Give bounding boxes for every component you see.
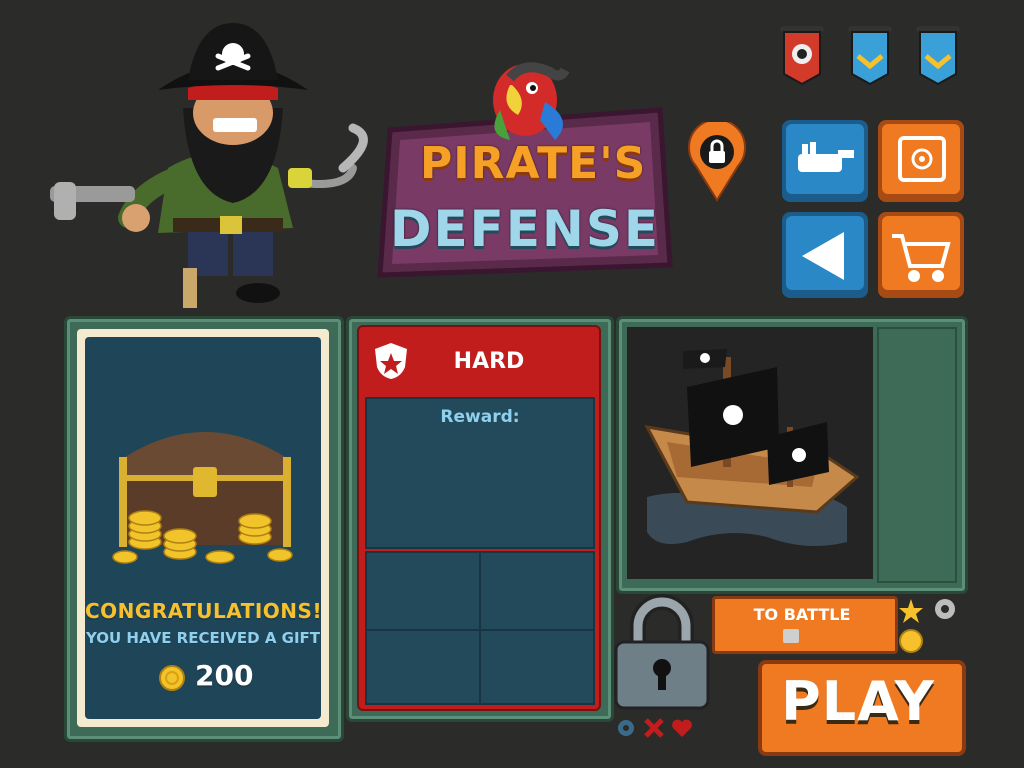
- difficulty-card: HARD Reward:: [357, 325, 601, 711]
- to-battle-button[interactable]: TO BATTLE: [712, 596, 898, 654]
- achievement-banner-skull[interactable]: [780, 26, 824, 90]
- gold-coin-icon: [159, 665, 185, 691]
- heart-icon[interactable]: [670, 716, 694, 740]
- ship-side-column: [877, 327, 957, 583]
- shield-star-icon: [373, 341, 409, 381]
- battle-small-icon: [783, 629, 799, 643]
- gear-icon[interactable]: [932, 596, 958, 622]
- back-button[interactable]: [780, 210, 870, 300]
- reward-slot[interactable]: [365, 629, 481, 705]
- gift-panel: CONGRATULATIONS! YOU HAVE RECEIVED A GIF…: [64, 316, 344, 742]
- close-x-icon[interactable]: [642, 716, 666, 740]
- logo-line-1: PIRATE'S: [420, 138, 647, 189]
- reward-label: Reward:: [440, 407, 520, 427]
- gift-card-frame: CONGRATULATIONS! YOU HAVE RECEIVED A GIF…: [77, 329, 329, 727]
- congratulations-title: CONGRATULATIONS!: [85, 599, 323, 623]
- instrument-button[interactable]: [780, 118, 870, 204]
- achievement-banner-chevron-1[interactable]: [848, 26, 892, 90]
- ship-preview: [627, 327, 873, 579]
- to-battle-label: TO BATTLE: [753, 605, 851, 624]
- logo-line-2: DEFENSE: [390, 200, 660, 258]
- shop-button[interactable]: [876, 210, 966, 300]
- padlock-icon[interactable]: [612, 594, 712, 712]
- achievement-banner-chevron-2[interactable]: [916, 26, 960, 90]
- play-label: PLAY: [781, 670, 935, 733]
- safe-button[interactable]: [876, 118, 966, 204]
- gift-card: CONGRATULATIONS! YOU HAVE RECEIVED A GIF…: [85, 337, 323, 719]
- treasure-chest-icon: [105, 397, 305, 577]
- pirate-character: [48, 18, 378, 318]
- gift-amount: 200: [195, 659, 254, 692]
- pirate-ship-icon: [644, 349, 860, 546]
- lock-icon: [709, 151, 725, 163]
- gift-subtitle: YOU HAVE RECEIVED A GIFT: [85, 629, 321, 647]
- reward-slot[interactable]: [479, 551, 595, 631]
- reward-slot[interactable]: [479, 629, 595, 705]
- difficulty-panel: HARD Reward:: [346, 316, 614, 722]
- reward-slot[interactable]: [365, 551, 481, 631]
- play-button[interactable]: PLAY: [758, 660, 966, 756]
- locked-location-pin[interactable]: [686, 122, 748, 202]
- reward-box: Reward:: [365, 397, 595, 549]
- star-icon: [898, 598, 924, 624]
- difficulty-label: HARD: [453, 349, 525, 374]
- ship-preview-panel: [616, 316, 968, 594]
- game-logo: PIRATE'S DEFENSE: [360, 30, 690, 290]
- settings-gear-icon[interactable]: [614, 716, 638, 740]
- coin-icon: [898, 628, 924, 654]
